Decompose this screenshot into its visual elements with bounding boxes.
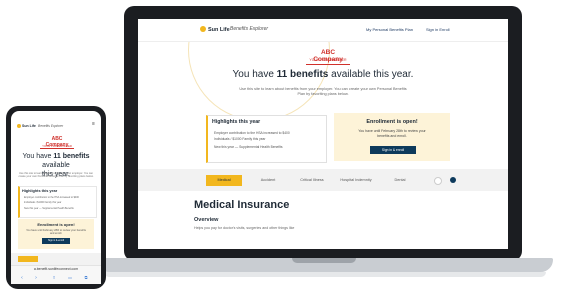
tab-accident[interactable]: Accident xyxy=(250,175,286,186)
sign-in-enroll-button[interactable]: Sign in & enroll xyxy=(370,146,416,154)
phone-enrollment-text: You have until February 28th to review y… xyxy=(26,229,86,236)
nav-link-personal-plan[interactable]: My Personal Benefits Plan xyxy=(366,27,413,32)
brand-name: Sun Life xyxy=(208,27,230,33)
nav-link-sign-in[interactable]: Sign in Enroll xyxy=(426,27,450,32)
phone-intro-text: Use this site to learn about benefits fr… xyxy=(18,172,94,179)
phone-enrollment-title: Enrollment is open! xyxy=(37,222,75,227)
overview-title: Overview xyxy=(194,217,219,223)
phone-headline-count: 11 benefits xyxy=(53,153,90,160)
tab-critical-illness[interactable]: Critical Illness xyxy=(294,175,330,186)
headline-suffix: available this year. xyxy=(328,69,414,80)
intro-text: Use this site to learn about benefits fr… xyxy=(239,87,407,96)
tabs-prev-button[interactable] xyxy=(434,177,442,185)
phone-headline-suffix: available xyxy=(42,162,70,169)
headline-prefix: You have xyxy=(232,69,277,80)
highlight-item: Employer contribution to the HSA increas… xyxy=(214,131,290,135)
laptop-shadow xyxy=(104,272,546,277)
overview-text: Helps you pay for doctor's visits, surge… xyxy=(194,226,295,230)
phone-highlight-item: Individuals / $1000 Family this year xyxy=(24,201,62,204)
company-name: ABC Company xyxy=(306,49,350,65)
back-icon[interactable]: ‹ xyxy=(18,275,26,281)
tab-medical[interactable]: Medical xyxy=(206,175,242,186)
phone-highlights-title: Highlights this year xyxy=(22,189,58,193)
phone-brand-logo[interactable]: Sun Life xyxy=(17,124,36,128)
tab-dental[interactable]: Dental xyxy=(382,175,418,186)
site-header xyxy=(138,19,508,42)
product-name: Benefits Explorer xyxy=(230,26,269,32)
hamburger-icon[interactable]: ≡ xyxy=(92,122,97,127)
share-icon[interactable]: ⇪ xyxy=(50,275,58,280)
phone-highlight-item: Employer contribution to the HSA increas… xyxy=(24,196,79,199)
highlights-title: Highlights this year xyxy=(212,119,261,125)
phone-highlight-item: New this year — Supplemental Health Bene… xyxy=(24,207,74,210)
highlight-item: New this year — Supplemental Health Bene… xyxy=(214,145,283,149)
phone-brand-name: Sun Life xyxy=(22,124,36,128)
highlight-item: Individuals / $1000 Family this year xyxy=(214,137,266,141)
phone-tab-medical[interactable] xyxy=(18,256,38,262)
sun-icon xyxy=(17,124,21,128)
enrollment-text: You have until February 28th to review y… xyxy=(358,129,426,138)
tabs-icon[interactable]: ⧉ xyxy=(82,275,90,280)
headline-count: 11 benefits xyxy=(276,69,329,80)
sun-icon xyxy=(200,26,206,32)
phone-url-text: a.benefit.sunlifeconnect.com xyxy=(33,267,79,271)
tab-hospital-indemnity[interactable]: Hospital Indemnity xyxy=(338,175,374,186)
enrollment-title: Enrollment is open! xyxy=(366,119,418,125)
bookmarks-icon[interactable]: ▭ xyxy=(66,275,74,280)
forward-icon[interactable]: › xyxy=(32,275,40,281)
phone-company-tagline: YOUR PLACEHOLDER xyxy=(42,144,72,148)
phone-sign-in-enroll-button[interactable]: Sign in & enroll xyxy=(42,238,70,244)
phone-product-name: Benefits Explorer xyxy=(38,124,64,128)
laptop-screen: Sun Life Benefits Explorer My Personal B… xyxy=(138,19,508,249)
brand-logo[interactable]: Sun Life xyxy=(200,26,230,33)
page-headline: You have 11 benefits available this year… xyxy=(138,69,508,80)
company-tagline: YOUR PLACEHOLDER xyxy=(309,58,347,62)
laptop-notch xyxy=(292,258,356,263)
phone-headline-prefix: You have xyxy=(22,153,54,160)
section-title: Medical Insurance xyxy=(194,199,290,211)
tabs-next-button[interactable] xyxy=(450,177,456,183)
